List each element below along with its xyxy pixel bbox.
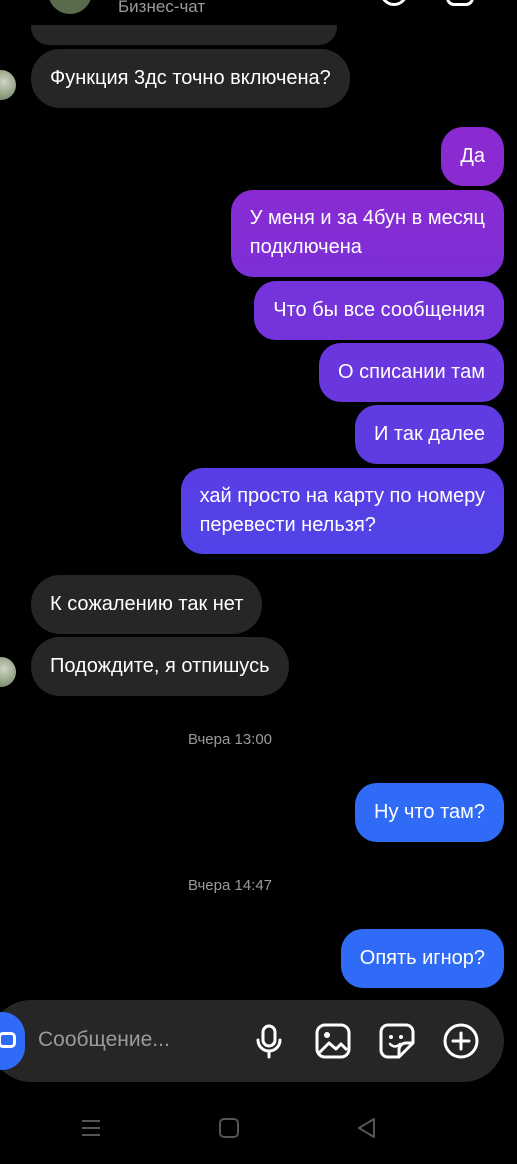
message-outgoing[interactable]: хай просто на карту по номеру перевести … bbox=[180, 468, 504, 554]
message-outgoing[interactable]: У меня и за 4бун в месяц подключена bbox=[230, 190, 504, 277]
phone-icon[interactable] bbox=[380, 0, 408, 6]
back-icon[interactable] bbox=[352, 1113, 382, 1143]
message-text: Подождите, я отпишусь bbox=[50, 655, 270, 677]
sticker-icon[interactable] bbox=[378, 1022, 416, 1060]
message-outgoing[interactable]: И так далее bbox=[354, 405, 504, 464]
timestamp: Вчера 13:00 bbox=[187, 731, 273, 748]
message-outgoing[interactable]: Опять игнор? bbox=[340, 929, 504, 988]
microphone-icon[interactable] bbox=[250, 1022, 288, 1060]
message-text: О списании там bbox=[338, 361, 485, 383]
timestamp: Вчера 14:47 bbox=[187, 877, 273, 894]
message-text-line: хай просто на карту по номеру bbox=[199, 485, 485, 507]
menu-icon[interactable] bbox=[76, 1113, 106, 1143]
home-icon[interactable] bbox=[214, 1113, 244, 1143]
message-text: И так далее bbox=[373, 423, 485, 445]
message-outgoing[interactable]: О списании там bbox=[319, 343, 504, 402]
message-incoming[interactable]: Функция 3дс точно включена? bbox=[31, 49, 350, 108]
message-text: Ну что там? bbox=[374, 801, 485, 823]
message-outgoing[interactable]: Что бы все сообщения bbox=[254, 281, 504, 340]
chat-header: Бизнес-чат bbox=[0, 0, 517, 22]
message-text: Что бы все сообщения bbox=[273, 299, 485, 321]
chat-subtitle: Бизнес-чат bbox=[118, 0, 206, 16]
avatar[interactable] bbox=[48, 0, 92, 14]
message-text: К сожалению так нет bbox=[50, 593, 244, 615]
contact-avatar[interactable] bbox=[0, 657, 16, 687]
message-outgoing[interactable]: Ну что там? bbox=[355, 783, 504, 842]
plus-icon[interactable] bbox=[442, 1022, 480, 1060]
message-input[interactable]: Сообщение... bbox=[38, 1028, 170, 1052]
message-outgoing[interactable]: Да bbox=[441, 127, 504, 186]
message-incoming[interactable]: Подождите, я отпишусь bbox=[31, 637, 289, 696]
message-bubble-partial bbox=[31, 25, 337, 45]
message-text: Опять игнор? bbox=[359, 947, 485, 969]
message-text-line: перевести нельзя? bbox=[199, 514, 376, 536]
contact-avatar[interactable] bbox=[0, 70, 16, 100]
image-icon[interactable] bbox=[314, 1022, 352, 1060]
message-text: Функция 3дс точно включена? bbox=[50, 67, 331, 89]
message-incoming[interactable]: К сожалению так нет bbox=[31, 575, 263, 634]
message-text-line: подключена bbox=[249, 236, 362, 258]
message-text: Да bbox=[460, 145, 485, 167]
message-text-line: У меня и за 4бун в месяц bbox=[249, 207, 485, 229]
video-icon[interactable] bbox=[446, 0, 474, 6]
